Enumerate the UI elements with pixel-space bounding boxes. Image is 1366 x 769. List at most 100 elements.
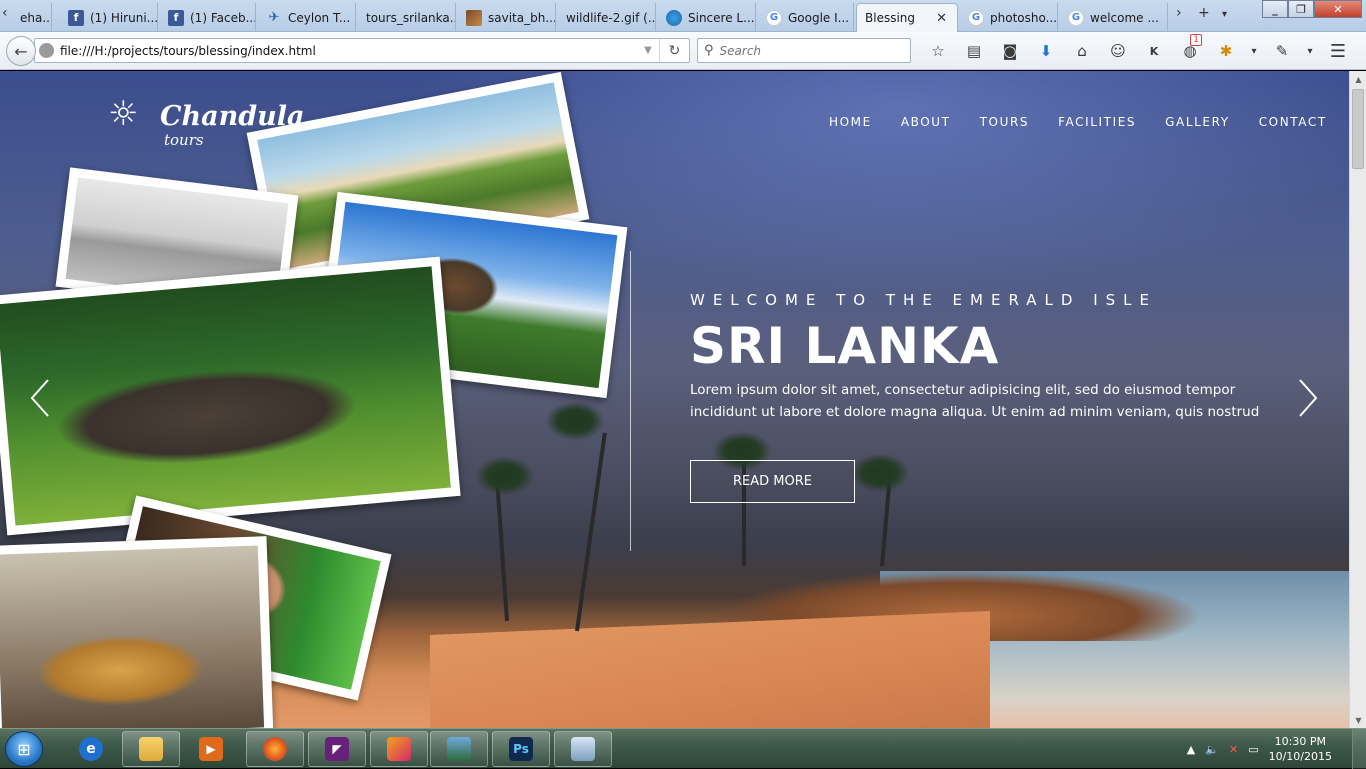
tab-eha[interactable]: eha... xyxy=(12,3,52,32)
close-window-button[interactable]: ✕ xyxy=(1314,0,1362,18)
taskbar-photo-viewer[interactable] xyxy=(430,731,488,767)
tab-welcome[interactable]: G welcome ... xyxy=(1060,3,1168,32)
bookmark-star-icon[interactable]: ☆ xyxy=(920,40,956,62)
remote-desktop-icon xyxy=(571,737,595,761)
app-icon xyxy=(387,737,411,761)
hero-lead: Lorem ipsum dolor sit amet, consectetur … xyxy=(690,382,1260,420)
developer-tools-icon[interactable]: ✎ xyxy=(1264,40,1300,62)
address-bar[interactable]: file:///H:/projects/tours/blessing/index… xyxy=(34,38,690,63)
tab-strip: ‹ eha... f (1) Hiruni... f (1) Faceb... … xyxy=(0,0,1366,32)
tab-blessing-active[interactable]: Blessing ✕ xyxy=(856,3,958,32)
site-nav-menu: HOME ABOUT TOURS FACILITIES GALLERY CONT… xyxy=(829,115,1349,129)
search-input[interactable] xyxy=(719,43,890,58)
reading-list-icon[interactable]: ▤ xyxy=(956,40,992,62)
minimize-button[interactable]: _ xyxy=(1262,0,1288,18)
media-player-icon: ▶ xyxy=(199,737,223,761)
k-extension-icon[interactable]: K xyxy=(1136,40,1172,62)
nav-tours[interactable]: TOURS xyxy=(980,115,1030,129)
firebug-icon[interactable]: ✱ xyxy=(1208,40,1244,62)
taskbar-remote-desktop[interactable] xyxy=(554,731,612,767)
nav-facilities[interactable]: FACILITIES xyxy=(1058,115,1136,129)
windows-taskbar: ⊞ e ▶ ◤ Ps ▲ 🔈 ✕ ▭ 10:30 PM 10/10/2015 xyxy=(0,728,1366,769)
visual-studio-icon: ◤ xyxy=(325,737,349,761)
tab-sincere[interactable]: Sincere L... xyxy=(658,3,756,32)
network-icon[interactable]: ▭ xyxy=(1248,743,1258,756)
sun-palm-logo-icon: ☼ xyxy=(108,94,139,134)
new-tab-button[interactable]: + xyxy=(1198,5,1210,21)
back-button[interactable]: ← xyxy=(6,36,36,66)
tab-ceylon[interactable]: ✈ Ceylon T... xyxy=(258,3,356,32)
tab-label: Ceylon T... xyxy=(288,10,351,25)
clock-time: 10:30 PM xyxy=(1274,735,1326,748)
tab-photoshop[interactable]: G photosho... xyxy=(960,3,1058,32)
start-button[interactable]: ⊞ xyxy=(5,731,43,767)
taskbar-file-explorer[interactable] xyxy=(122,731,180,767)
sincere-icon xyxy=(666,9,682,26)
image-icon xyxy=(466,9,482,26)
tab-label: (1) Faceb... xyxy=(190,10,256,25)
navigation-toolbar: file:///H:/projects/tours/blessing/index… xyxy=(0,32,1366,70)
tab-savita[interactable]: savita_bh... xyxy=(458,3,556,32)
url-text[interactable]: file:///H:/projects/tours/blessing/index… xyxy=(60,44,637,58)
history-dropdown-icon[interactable]: ▼ xyxy=(637,45,659,56)
taskbar-visual-studio[interactable]: ◤ xyxy=(308,731,366,767)
tab-label: Blessing xyxy=(865,11,916,25)
taskbar-photoshop[interactable]: Ps xyxy=(492,731,550,767)
read-more-button[interactable]: READ MORE xyxy=(690,460,855,503)
google-icon: G xyxy=(1068,9,1084,26)
tab-hiruni[interactable]: f (1) Hiruni... xyxy=(60,3,158,32)
hero-title: SRI LANKA xyxy=(690,317,1000,375)
tab-facebook[interactable]: f (1) Faceb... xyxy=(160,3,256,32)
reload-icon[interactable]: ↻ xyxy=(659,39,689,62)
dropdown-icon[interactable]: ▾ xyxy=(1244,40,1264,62)
tab-google-images[interactable]: G Google I... xyxy=(758,3,854,32)
clock[interactable]: 10:30 PM 10/10/2015 xyxy=(1269,734,1332,764)
nav-about[interactable]: ABOUT xyxy=(901,115,951,129)
menu-hamburger-icon[interactable]: ☰ xyxy=(1320,40,1356,62)
chat-icon[interactable]: ☺ xyxy=(1100,40,1136,62)
tab-wildlife[interactable]: wildlife-2.gif (... xyxy=(558,3,656,32)
scroll-down-icon[interactable]: ▼ xyxy=(1350,712,1366,728)
photo-collage xyxy=(0,71,640,728)
taskbar-app[interactable] xyxy=(370,731,428,767)
google-icon: G xyxy=(766,9,782,26)
back-arrow-icon: ← xyxy=(14,41,28,61)
nav-gallery[interactable]: GALLERY xyxy=(1165,115,1230,129)
facebook-icon: f xyxy=(68,9,84,26)
page-scrollbar[interactable]: ▲ ▼ xyxy=(1349,71,1366,728)
toolbar-icons: ☆ ▤ ◙ ⬇ ⌂ ☺ K ◍ 1 ✱ ▾ ✎ ▾ ☰ xyxy=(920,34,1356,62)
site-logo[interactable]: ☼ Chandula tours xyxy=(108,93,305,149)
scroll-up-icon[interactable]: ▲ xyxy=(1350,71,1366,87)
globe-extension-icon[interactable]: ◍ 1 xyxy=(1172,34,1208,62)
tab-label: (1) Hiruni... xyxy=(90,10,158,25)
maximize-button[interactable]: ❐ xyxy=(1288,0,1314,18)
slider-prev-arrow-icon[interactable] xyxy=(26,376,54,420)
show-desktop-button[interactable] xyxy=(1352,729,1366,769)
scrollbar-thumb[interactable] xyxy=(1352,89,1364,169)
taskbar-media-player[interactable]: ▶ xyxy=(182,731,240,767)
close-tab-icon[interactable]: ✕ xyxy=(932,11,951,26)
tab-scroll-left-button[interactable]: ‹ xyxy=(2,5,8,21)
tab-label: eha... xyxy=(20,10,52,25)
clock-date: 10/10/2015 xyxy=(1268,750,1332,763)
taskbar-internet-explorer[interactable]: e xyxy=(62,731,120,767)
nav-contact[interactable]: CONTACT xyxy=(1259,115,1327,129)
list-all-tabs-button[interactable]: ▾ xyxy=(1222,9,1227,20)
dropdown-icon[interactable]: ▾ xyxy=(1300,40,1320,62)
tab-tours-srilanka[interactable]: tours_srilanka... xyxy=(358,3,456,32)
pocket-icon[interactable]: ◙ xyxy=(992,40,1028,62)
show-hidden-icons-icon[interactable]: ▲ xyxy=(1187,743,1195,756)
vertical-divider xyxy=(630,251,631,551)
volume-icon[interactable]: 🔈 xyxy=(1205,743,1219,756)
tab-scroll-right-button[interactable]: › xyxy=(1176,5,1182,21)
windows-logo-icon: ⊞ xyxy=(17,739,31,759)
slider-next-arrow-icon[interactable] xyxy=(1294,376,1322,420)
home-icon[interactable]: ⌂ xyxy=(1064,40,1100,62)
photoshop-icon: Ps xyxy=(509,737,533,761)
taskbar-firefox[interactable] xyxy=(246,731,304,767)
search-box[interactable]: ⚲ xyxy=(697,38,911,63)
network-warning-icon[interactable]: ✕ xyxy=(1229,743,1238,756)
page-viewport: ☼ Chandula tours HOME ABOUT TOURS FACILI… xyxy=(0,71,1349,728)
download-icon[interactable]: ⬇ xyxy=(1028,40,1064,62)
nav-home[interactable]: HOME xyxy=(829,115,872,129)
